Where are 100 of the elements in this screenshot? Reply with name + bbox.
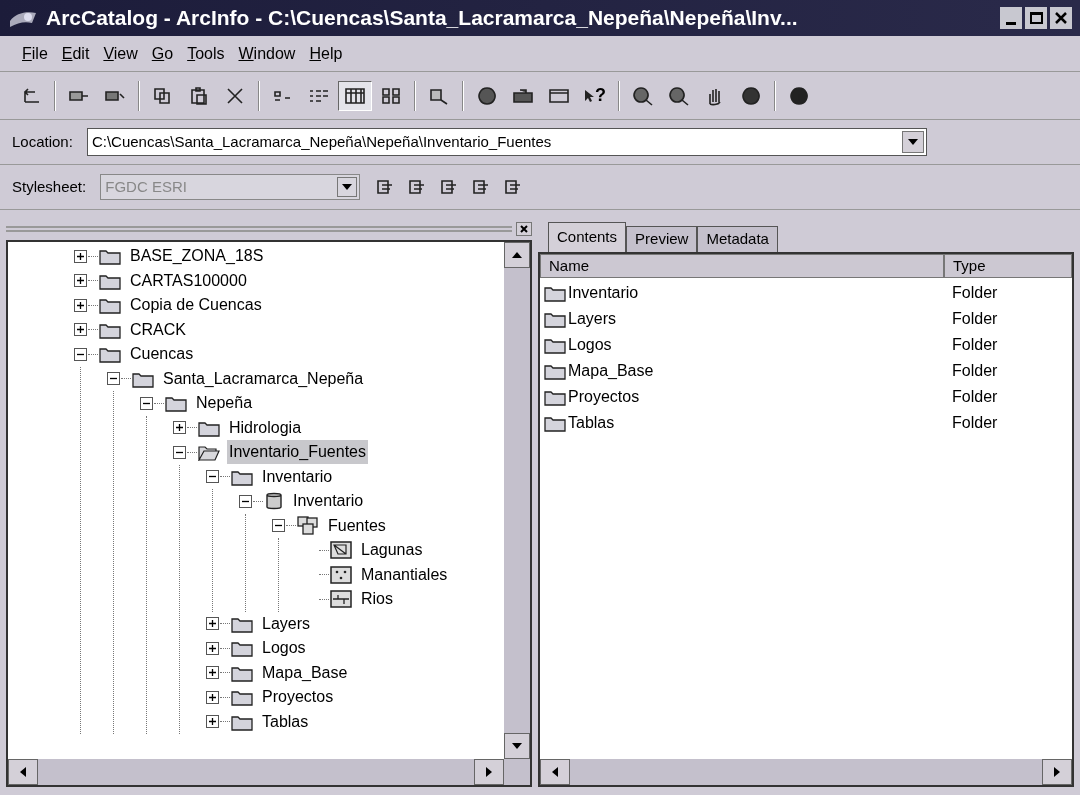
dropdown-button[interactable] <box>337 177 358 197</box>
column-header[interactable]: Name <box>540 254 944 278</box>
tree-item[interactable]: Manantiales <box>359 562 450 587</box>
tree-item[interactable]: CARTAS100000 <box>128 268 249 293</box>
plus-icon <box>208 717 217 727</box>
close-button[interactable] <box>516 222 532 236</box>
up-arrow-icon[interactable] <box>512 252 522 258</box>
tree-item[interactable]: Inventario_Fuentes <box>227 440 368 465</box>
tree-item[interactable]: Hidrologia <box>227 415 304 440</box>
tree-item[interactable]: Mapa_Base <box>260 660 350 685</box>
folder-icon <box>544 388 566 406</box>
collapse-toggle[interactable] <box>107 372 120 386</box>
polygon-layer-icon <box>330 541 352 560</box>
tree-item[interactable]: Logos <box>260 636 308 661</box>
expand-toggle[interactable] <box>206 641 219 655</box>
line-layer-icon <box>330 590 352 609</box>
table-cell[interactable]: Tablas <box>568 411 944 435</box>
tree-item[interactable]: Proyectos <box>260 685 336 710</box>
expand-toggle[interactable] <box>206 666 219 680</box>
tree-item[interactable]: Copia de Cuencas <box>128 293 264 318</box>
menu-item[interactable]: Window <box>238 41 296 66</box>
location-label: Location: <box>12 131 73 152</box>
menu-item[interactable]: Tools <box>187 41 225 66</box>
tree-item[interactable]: Fuentes <box>326 513 388 538</box>
menu-item[interactable]: Edit <box>61 41 90 66</box>
minimize-button[interactable] <box>1000 7 1022 29</box>
tree-item[interactable]: BASE_ZONA_18S <box>128 244 266 269</box>
menu-item[interactable]: File <box>22 41 48 66</box>
plus-icon <box>76 325 85 335</box>
column-header[interactable]: Type <box>944 254 1072 278</box>
expand-toggle[interactable] <box>206 617 219 631</box>
expand-toggle[interactable] <box>206 715 219 729</box>
expand-toggle[interactable] <box>74 274 87 288</box>
table-cell[interactable]: Inventario <box>568 281 944 305</box>
expand-toggle[interactable] <box>74 249 87 263</box>
vertical-scrollbar[interactable] <box>504 242 530 759</box>
tree-item[interactable]: Santa_Lacramarca_Nepeña <box>161 366 366 391</box>
arrow-icon <box>584 88 594 103</box>
tab[interactable]: Contents <box>548 222 627 252</box>
expand-toggle[interactable] <box>74 323 87 337</box>
expand-toggle[interactable] <box>74 298 87 312</box>
collapse-toggle[interactable] <box>272 519 285 533</box>
left-arrow-icon[interactable] <box>552 767 558 777</box>
location-field[interactable]: C:\Cuencas\Santa_Lacramarca_Nepeña\Nepeña\Inventario_Fuentes <box>86 128 927 156</box>
collapse-toggle[interactable] <box>206 470 219 484</box>
folder-icon <box>165 394 187 413</box>
plus-icon <box>76 251 85 261</box>
collapse-toggle[interactable] <box>173 445 186 459</box>
folder-icon <box>544 336 566 354</box>
collapse-toggle[interactable] <box>140 396 153 410</box>
folder-icon <box>99 296 121 315</box>
stylesheet-label: Stylesheet: <box>12 176 87 197</box>
table-cell-text: Folder <box>951 309 999 329</box>
tree-item[interactable]: Cuencas <box>128 342 196 367</box>
plus-icon <box>76 300 85 310</box>
tree-item[interactable]: Tablas <box>260 709 311 734</box>
table-cell[interactable]: Layers <box>568 307 944 331</box>
table-cell-text: Folder <box>951 335 999 355</box>
right-arrow-icon[interactable] <box>1054 767 1060 777</box>
table-cell[interactable]: Logos <box>568 333 944 357</box>
close-button[interactable] <box>1050 7 1072 29</box>
plus-icon <box>175 423 184 433</box>
folder-icon <box>231 688 253 707</box>
down-arrow-icon[interactable] <box>512 743 522 749</box>
tree-item[interactable]: Inventario <box>260 464 335 489</box>
maximize-button[interactable] <box>1025 7 1047 29</box>
table-cell-text: Folder <box>951 361 999 381</box>
horizontal-scrollbar[interactable] <box>8 759 530 785</box>
tab[interactable]: Metadata <box>697 226 778 252</box>
plus-icon <box>208 619 217 629</box>
help-button[interactable]: ? <box>578 80 612 111</box>
tree-item[interactable]: Rios <box>359 587 395 612</box>
table-cell[interactable]: Proyectos <box>568 385 944 409</box>
window-title: ArcCatalog - ArcInfo - C:\Cuencas\Santa_Lacramarca_Nepeña\Nepeña\Inv... <box>46 5 799 32</box>
tree-item[interactable]: Layers <box>260 611 313 636</box>
expand-toggle[interactable] <box>206 690 219 704</box>
tree-item[interactable]: Lagunas <box>359 538 425 563</box>
table-cell[interactable]: Mapa_Base <box>568 359 944 383</box>
right-arrow-icon[interactable] <box>486 767 492 777</box>
left-arrow-icon[interactable] <box>20 767 26 777</box>
zoom-out-icon[interactable] <box>667 85 691 106</box>
caret-icon <box>907 139 918 145</box>
folder-icon <box>544 310 566 328</box>
expand-toggle[interactable] <box>173 421 186 435</box>
folder-icon <box>99 345 121 364</box>
menu-item[interactable]: View <box>103 41 138 66</box>
folder-icon <box>231 639 253 658</box>
collapse-toggle[interactable] <box>74 347 87 361</box>
database-icon <box>264 491 284 512</box>
zoom-in-icon[interactable] <box>631 85 655 106</box>
tree-item[interactable]: Inventario <box>291 489 366 514</box>
menu-item[interactable]: Help <box>309 41 343 66</box>
tree-item[interactable]: Nepeña <box>194 391 255 416</box>
stacked-squares-icon <box>297 515 319 536</box>
dropdown-button[interactable] <box>901 131 924 153</box>
tab[interactable]: Preview <box>626 226 698 252</box>
tree-item[interactable]: CRACK <box>128 317 188 342</box>
horizontal-scrollbar[interactable] <box>540 759 1072 785</box>
menu-item[interactable]: Go <box>151 41 174 66</box>
collapse-toggle[interactable] <box>239 494 252 508</box>
